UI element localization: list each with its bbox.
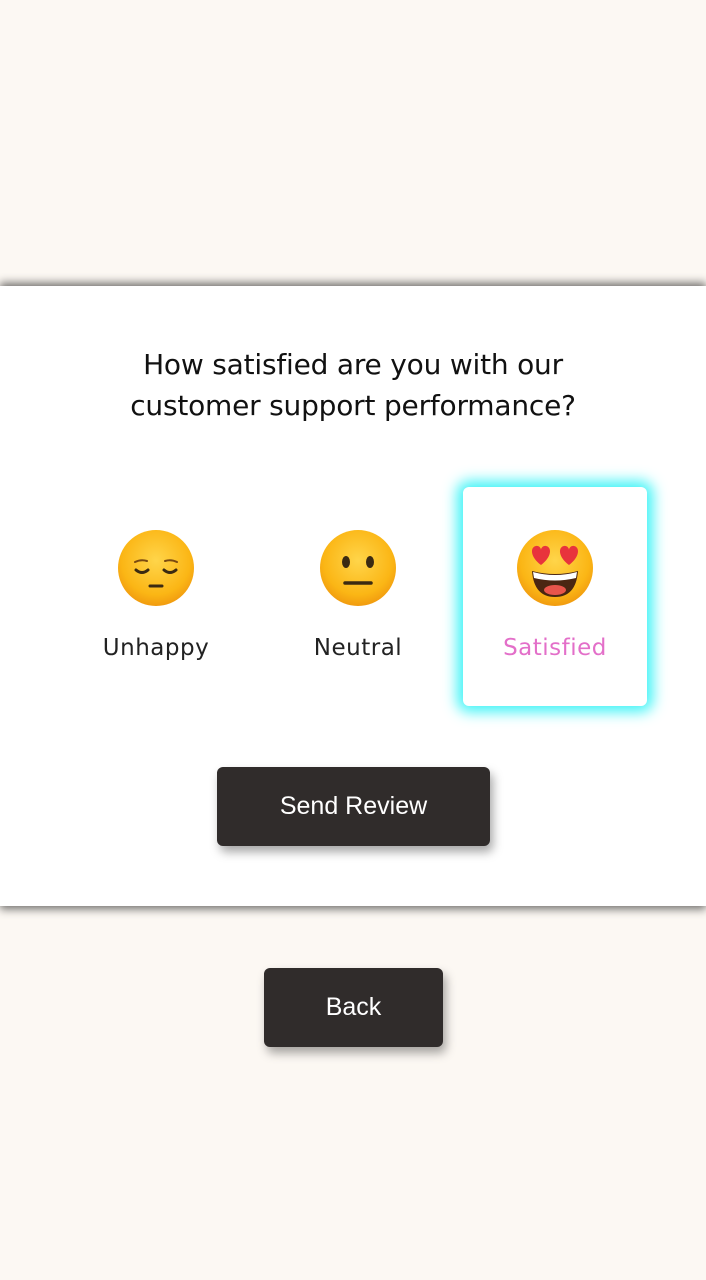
rating-screen: How satisfied are you with our customer … [0, 0, 706, 1280]
pensive-face-icon [118, 530, 194, 606]
rating-card: How satisfied are you with our customer … [0, 286, 706, 906]
question-line-1: How satisfied are you with our [143, 348, 563, 381]
survey-question: How satisfied are you with our customer … [60, 344, 646, 426]
option-unhappy[interactable]: Unhappy [64, 487, 248, 706]
back-button[interactable]: Back [264, 968, 443, 1047]
option-label-unhappy: Unhappy [102, 635, 210, 661]
option-satisfied[interactable]: Satisfied [463, 487, 647, 706]
question-line-2: customer support performance? [130, 389, 576, 422]
option-label-satisfied: Satisfied [503, 635, 607, 661]
send-review-button[interactable]: Send Review [217, 767, 490, 846]
option-label-neutral: Neutral [313, 635, 403, 661]
neutral-face-icon [320, 530, 396, 606]
heart-eyes-face-icon [517, 530, 593, 606]
option-neutral[interactable]: Neutral [266, 487, 450, 706]
